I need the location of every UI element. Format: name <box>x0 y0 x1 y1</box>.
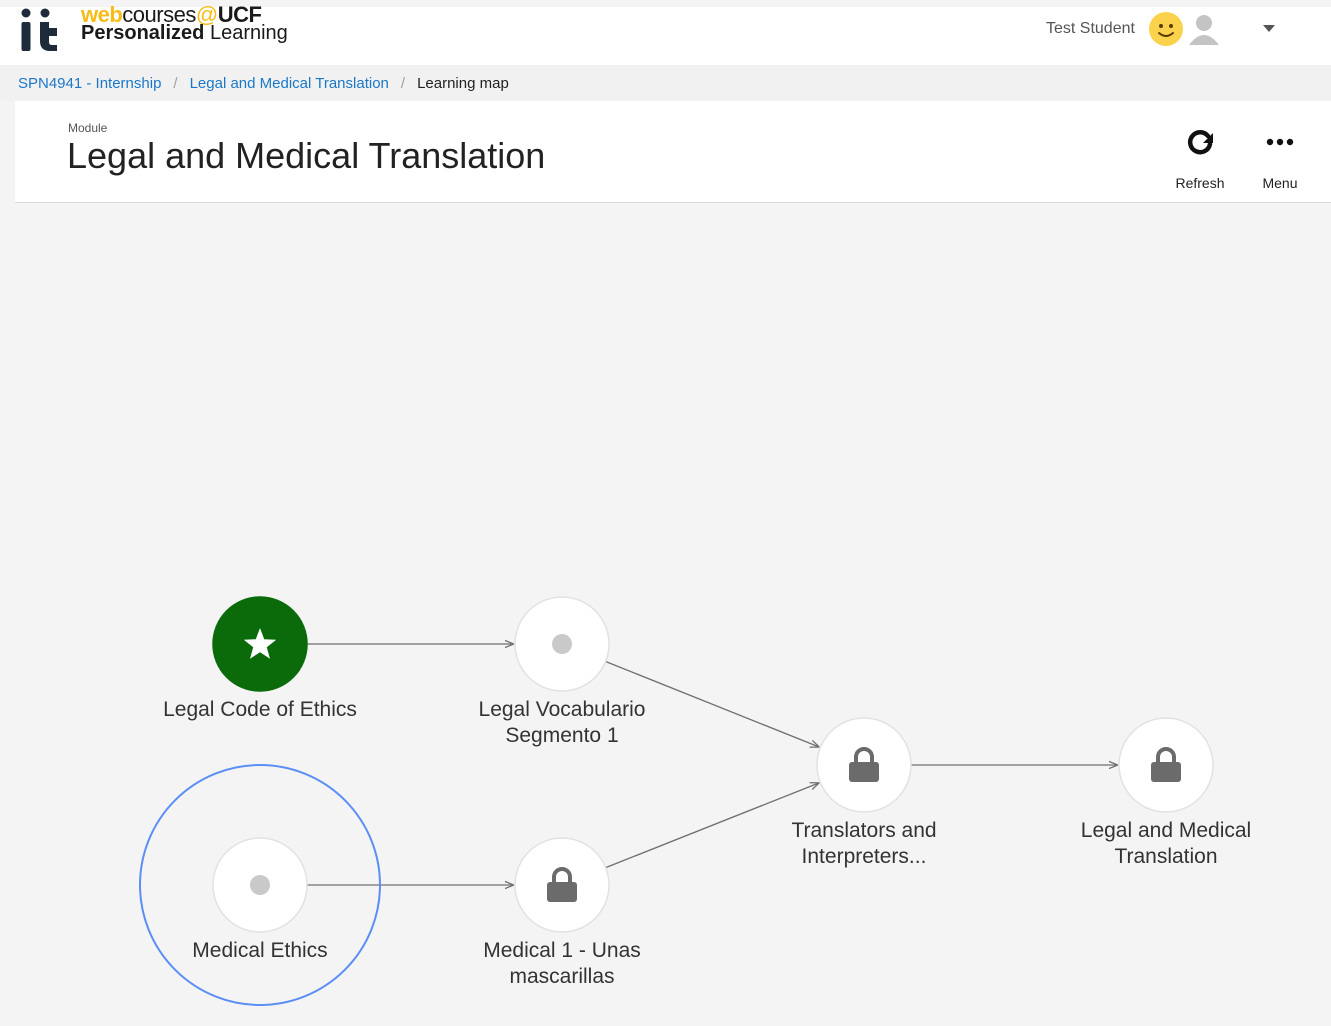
refresh-button[interactable]: Refresh <box>1165 121 1235 193</box>
map-node-label-line: Medical Ethics <box>192 939 328 962</box>
breadcrumb-current-page: Learning map <box>417 75 509 92</box>
breadcrumb-separator: / <box>173 75 178 92</box>
page-title: Legal and Medical Translation <box>67 135 546 176</box>
map-node-label-line: Legal and Medical <box>1080 819 1252 842</box>
user-name[interactable]: Test Student <box>1046 20 1135 38</box>
breadcrumb-course-link[interactable]: SPN4941 - Internship <box>18 75 161 92</box>
map-node-label-line: mascarillas <box>509 965 615 988</box>
map-node-label[interactable]: Medical 1 - Unas mascarillas <box>442 938 682 990</box>
top-navigation-bar: webcourses@UCF Personalized Learning Tes… <box>0 4 1331 65</box>
module-header: Module Legal and Medical Translation Ref… <box>15 101 1331 203</box>
more-horizontal-icon <box>1266 138 1294 146</box>
refresh-icon <box>1187 130 1213 155</box>
map-node-label-line: Translation <box>1114 845 1218 868</box>
breadcrumb-separator: / <box>400 75 406 92</box>
map-node-label[interactable]: Medical Ethics <box>140 938 380 964</box>
dot-icon <box>552 634 572 654</box>
logo-personalized: Personalized <box>81 22 205 44</box>
it-logo-icon <box>21 8 57 51</box>
dot-icon <box>250 875 270 895</box>
map-node-label-line: Legal Code of Ethics <box>163 698 357 721</box>
menu-button[interactable]: Menu <box>1245 121 1315 193</box>
map-node-label[interactable]: Translators and Interpreters... <box>744 818 984 870</box>
product-logo[interactable]: webcourses@UCF Personalized Learning <box>81 4 288 44</box>
map-node-label[interactable]: Legal and Medical Translation <box>1046 818 1286 870</box>
map-node-translators-interpreters[interactable] <box>816 717 912 813</box>
app-window: webcourses@UCF Personalized Learning Tes… <box>0 0 1331 1026</box>
menu-label: Menu <box>1262 175 1298 191</box>
map-node-label-line: Translators and <box>791 819 937 842</box>
breadcrumb: SPN4941 - Internship / Legal and Medical T… <box>0 65 1331 101</box>
learning-map-graph <box>139 596 1214 1006</box>
map-node-label[interactable]: Legal Code of Ethics <box>140 697 380 723</box>
breadcrumb-module-link[interactable]: Legal and Medical Translation <box>190 75 389 92</box>
module-kind-label: Module <box>68 121 108 135</box>
map-node-label[interactable]: Legal Vocabulario Segmento 1 <box>442 697 682 749</box>
user-avatar-icon[interactable] <box>1186 11 1222 47</box>
chevron-down-icon[interactable] <box>1262 24 1276 34</box>
map-node-legal-vocabulario[interactable] <box>514 596 610 692</box>
map-node-medical-1[interactable] <box>514 837 610 933</box>
map-node-label-line: Medical 1 - Unas <box>483 939 641 962</box>
map-node-medical-ethics[interactable] <box>212 837 308 933</box>
refresh-label: Refresh <box>1175 175 1225 191</box>
map-node-label-line: Interpreters... <box>801 845 927 868</box>
logo-learning: Learning <box>204 22 288 44</box>
map-node-legal-medical-translation[interactable] <box>1118 717 1214 813</box>
map-node-label-line: Segmento 1 <box>505 724 619 747</box>
learning-map: Legal Code of Ethics Legal Vocabulario Seg… <box>15 203 1331 1026</box>
map-node-label-line: Legal Vocabulario <box>478 698 646 721</box>
map-node-legal-code-of-ethics[interactable] <box>212 596 308 692</box>
smiley-face-icon <box>1149 12 1183 46</box>
